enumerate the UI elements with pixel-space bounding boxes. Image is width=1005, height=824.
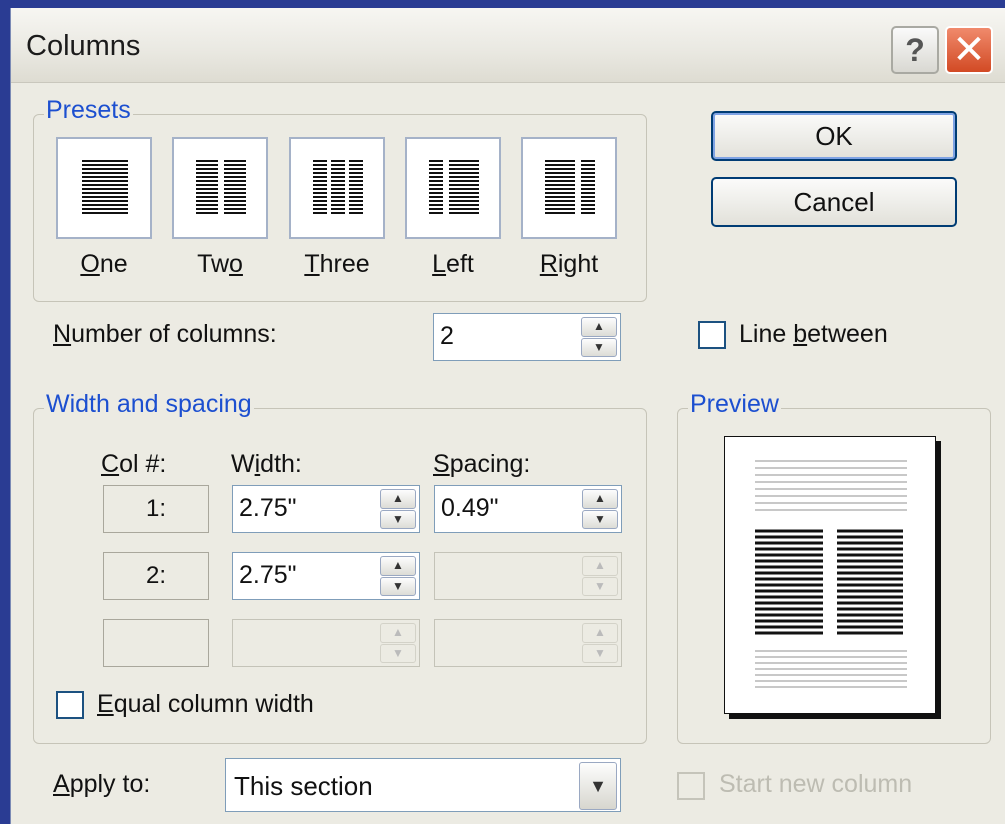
number-of-columns-value: 2: [440, 322, 454, 350]
preset-three-icon: [313, 160, 363, 214]
width-spinner-1[interactable]: ▲ ▼: [380, 489, 416, 529]
line-between-checkbox[interactable]: [698, 321, 726, 349]
preset-right-button[interactable]: [521, 137, 617, 239]
preset-right-label: Right: [539, 250, 599, 278]
width-field-2[interactable]: 2.75" ▲ ▼: [232, 552, 420, 600]
start-new-column-label: Start new column: [719, 770, 913, 798]
spin-down-icon[interactable]: ▼: [581, 337, 617, 357]
col-number-1: 1:: [103, 485, 209, 533]
spin-up-icon[interactable]: ▲: [581, 317, 617, 337]
width-spinner-2[interactable]: ▲ ▼: [380, 556, 416, 596]
apply-to-value: This section: [234, 771, 373, 801]
spacing-field-3: ▲ ▼: [434, 619, 622, 667]
spacing-spinner-3: ▲ ▼: [582, 623, 618, 663]
spacing-value-1: 0.49": [441, 494, 499, 522]
spacing-field-2: ▲ ▼: [434, 552, 622, 600]
spin-down-icon[interactable]: ▼: [582, 509, 618, 529]
width-field-3: ▲ ▼: [232, 619, 420, 667]
start-new-column-checkbox: [677, 772, 705, 800]
spin-up-icon[interactable]: ▲: [582, 489, 618, 509]
spin-up-icon[interactable]: ▲: [380, 489, 416, 509]
preset-three-button[interactable]: [289, 137, 385, 239]
spin-down-icon[interactable]: ▼: [380, 576, 416, 596]
spin-down-icon[interactable]: ▼: [380, 509, 416, 529]
spin-up-icon: ▲: [380, 623, 416, 643]
title-bar: Columns ? ✕: [11, 8, 1005, 83]
help-button[interactable]: ?: [891, 26, 939, 74]
chevron-down-icon[interactable]: ▼: [579, 762, 617, 810]
spacing-header: Spacing:: [433, 450, 531, 478]
close-icon: ✕: [952, 28, 986, 72]
width-spinner-3: ▲ ▼: [380, 623, 416, 663]
preset-one-label: One: [80, 250, 128, 278]
preview-columns-graphic: [755, 460, 907, 688]
col-number-3: [103, 619, 209, 667]
spin-down-icon: ▼: [380, 643, 416, 663]
col-number-header: Col #:: [101, 450, 167, 478]
preset-one-button[interactable]: [56, 137, 152, 239]
preview-page: [724, 436, 936, 714]
help-icon: ?: [905, 31, 925, 68]
columns-dialog: Columns ? ✕ Presets One Two Three Left R…: [10, 8, 1005, 824]
number-of-columns-label: Number of columns:: [53, 320, 277, 348]
ok-button[interactable]: OK: [711, 111, 957, 161]
preset-right-icon: [545, 160, 595, 214]
width-field-1[interactable]: 2.75" ▲ ▼: [232, 485, 420, 533]
preset-one-icon: [82, 160, 128, 214]
close-button[interactable]: ✕: [945, 26, 993, 74]
apply-to-label: Apply to:: [53, 770, 151, 798]
cancel-button[interactable]: Cancel: [711, 177, 957, 227]
number-of-columns-field[interactable]: 2 ▲ ▼: [433, 313, 621, 361]
spin-up-icon[interactable]: ▲: [380, 556, 416, 576]
preset-left-icon: [429, 160, 479, 214]
number-of-columns-spinner[interactable]: ▲ ▼: [581, 317, 617, 357]
preset-two-icon: [196, 160, 246, 214]
preset-left-label: Left: [432, 250, 474, 278]
presets-group-label: Presets: [44, 96, 133, 125]
preview-group-label: Preview: [688, 390, 781, 419]
equal-column-width-checkbox[interactable]: [56, 691, 84, 719]
preset-two-button[interactable]: [172, 137, 268, 239]
spacing-spinner-1[interactable]: ▲ ▼: [582, 489, 618, 529]
spin-down-icon: ▼: [582, 643, 618, 663]
col-number-2: 2:: [103, 552, 209, 600]
spin-up-icon: ▲: [582, 556, 618, 576]
spacing-spinner-2: ▲ ▼: [582, 556, 618, 596]
width-value-1: 2.75": [239, 494, 297, 522]
preset-left-button[interactable]: [405, 137, 501, 239]
equal-column-width-label: Equal column width: [97, 690, 314, 718]
spin-up-icon: ▲: [582, 623, 618, 643]
apply-to-dropdown[interactable]: This section ▼: [225, 758, 621, 812]
width-value-2: 2.75": [239, 561, 297, 589]
preset-three-label: Three: [304, 250, 370, 278]
width-spacing-group-label: Width and spacing: [44, 390, 254, 419]
spacing-field-1[interactable]: 0.49" ▲ ▼: [434, 485, 622, 533]
spin-down-icon: ▼: [582, 576, 618, 596]
line-between-label: Line between: [739, 320, 888, 348]
dialog-title: Columns: [26, 30, 141, 62]
preset-two-label: Two: [197, 250, 243, 278]
width-header: Width:: [231, 450, 302, 478]
